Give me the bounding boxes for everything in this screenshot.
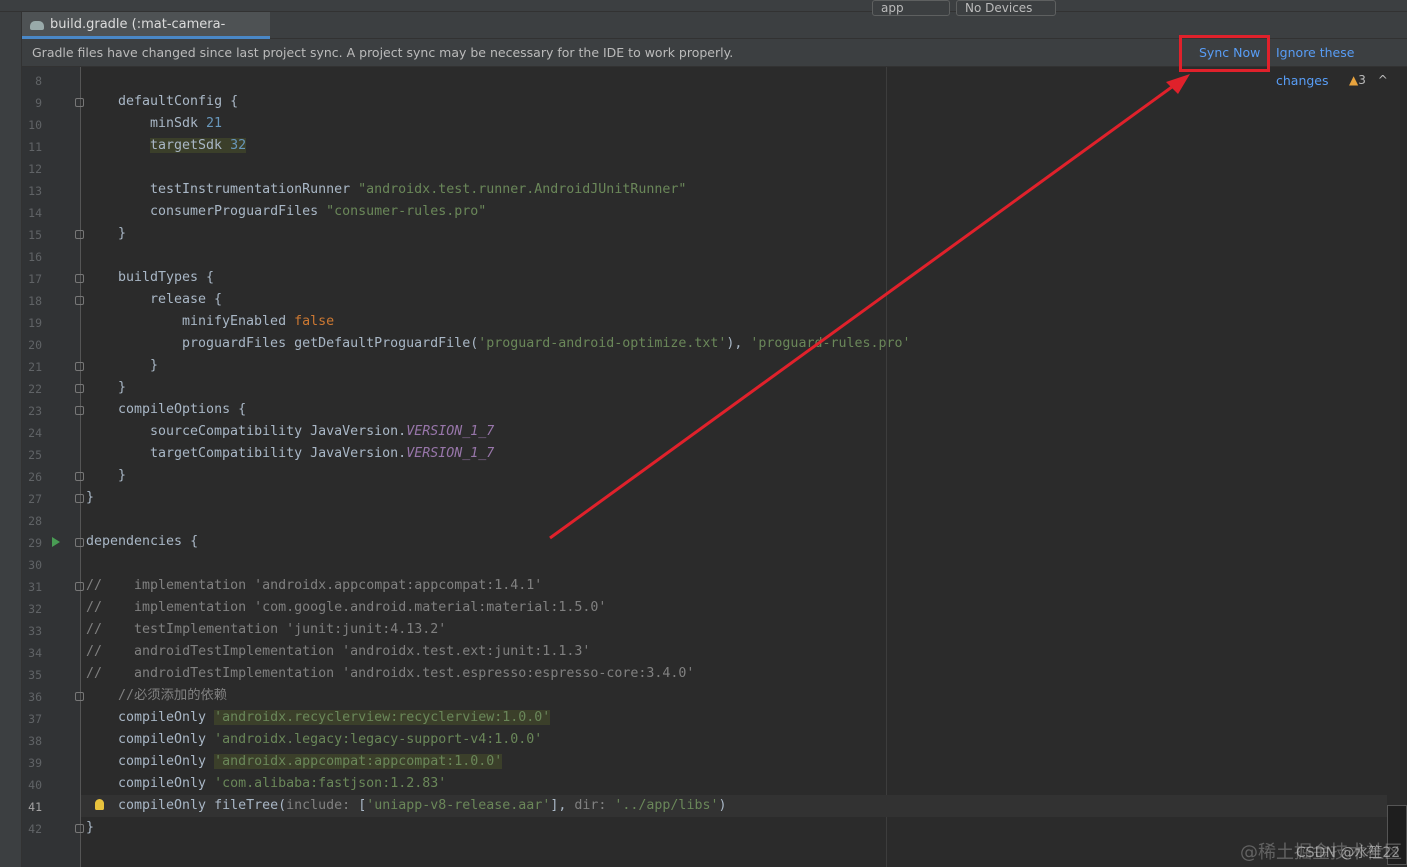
watermark-csdn: CSDN @水笙22 [1296,845,1401,861]
run-config-select[interactable]: app [872,0,950,16]
annotation-arrow [549,74,1190,540]
annotation-highlight-box [1179,35,1270,72]
device-select[interactable]: No Devices [956,0,1056,16]
main-toolbar: app No Devices [0,0,1407,16]
